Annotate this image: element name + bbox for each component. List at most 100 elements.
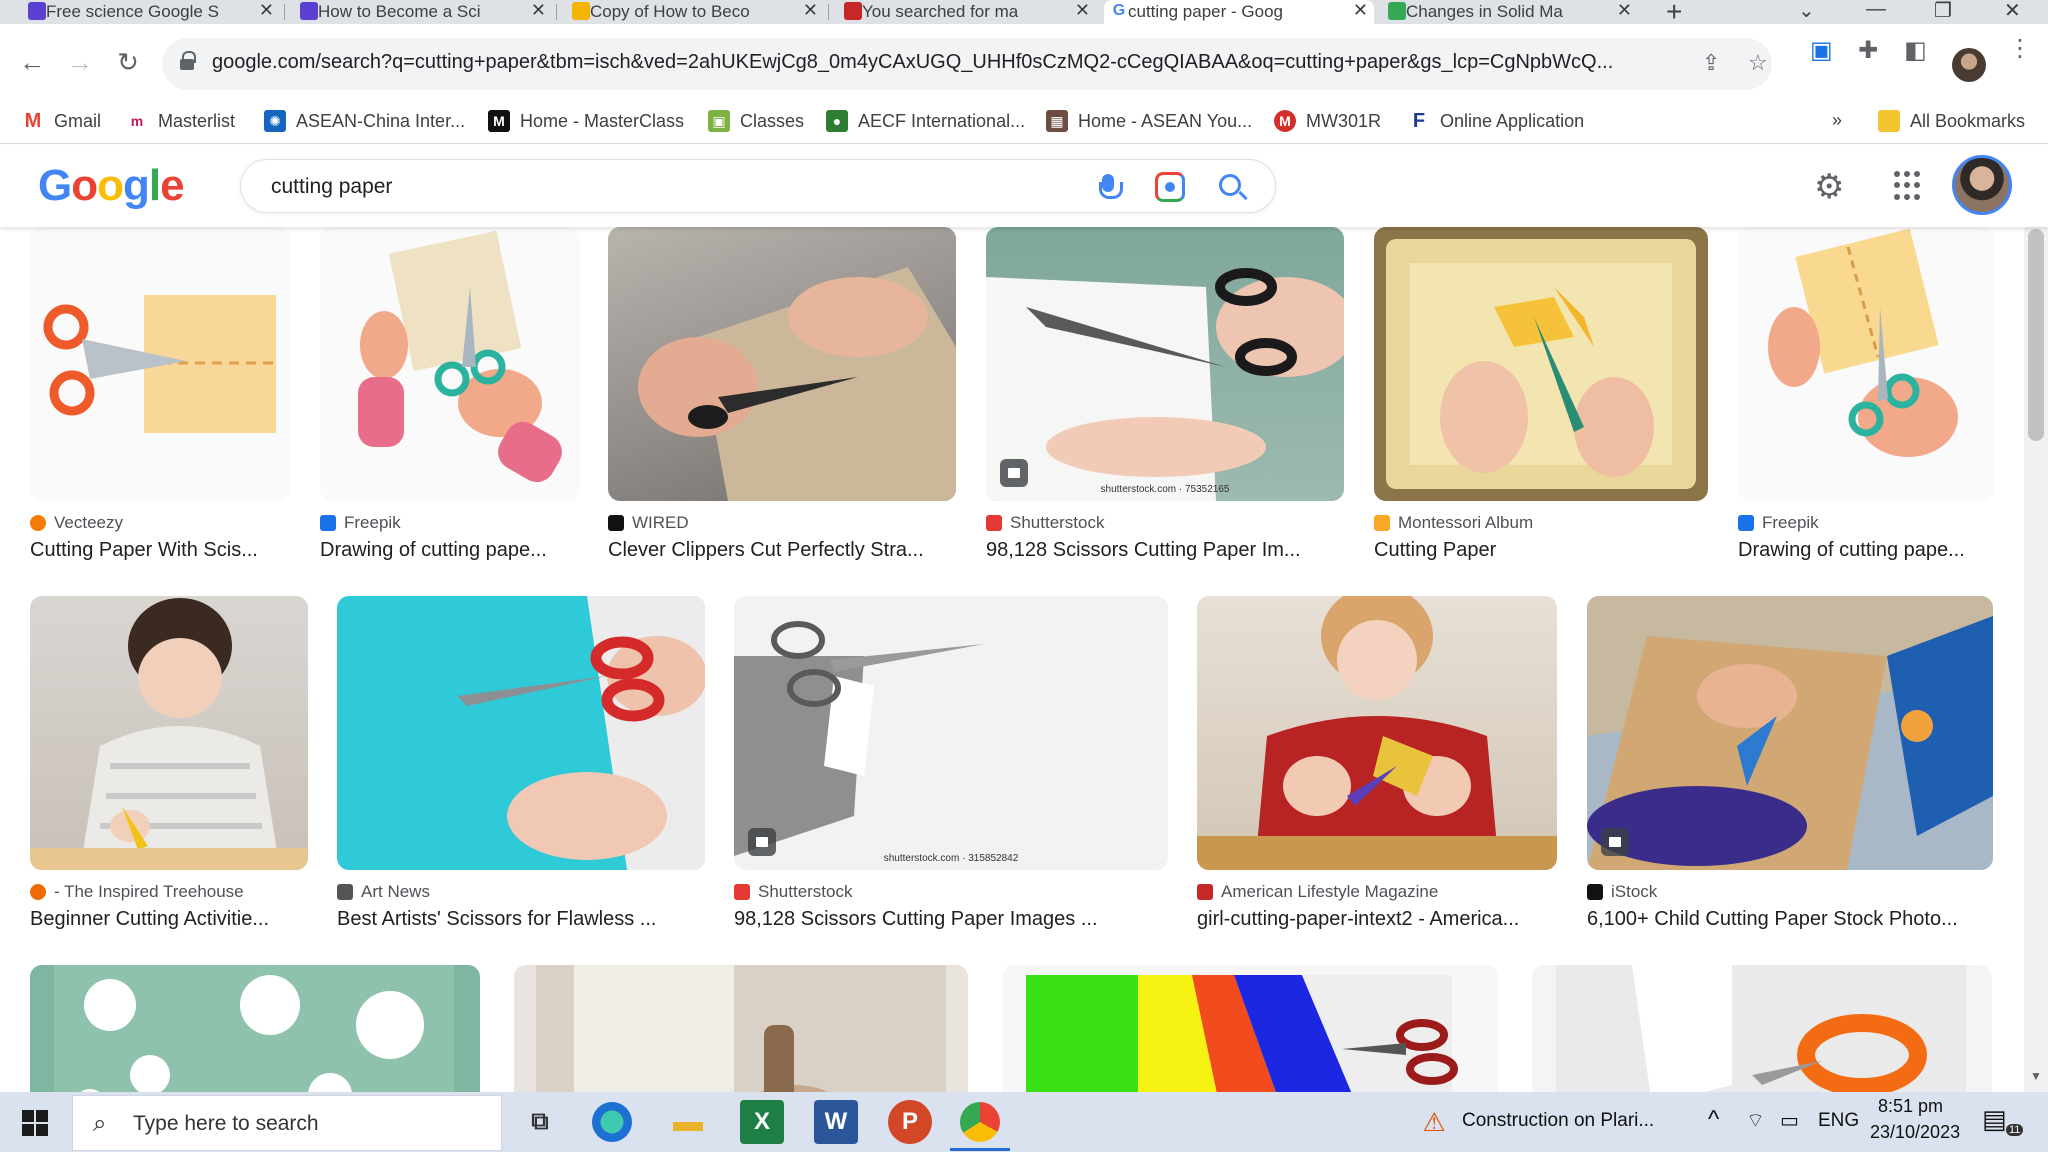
page-scrollbar[interactable]: ▲ ▼ bbox=[2024, 145, 2048, 1092]
result-source[interactable]: Art News bbox=[337, 882, 705, 902]
account-avatar[interactable] bbox=[1952, 155, 2012, 215]
result-title[interactable]: Drawing of cutting pape... bbox=[1738, 539, 1994, 562]
google-apps-icon[interactable] bbox=[1894, 171, 1924, 201]
result-source[interactable]: Shutterstock bbox=[986, 513, 1344, 533]
result-source[interactable]: iStock bbox=[1587, 882, 1993, 902]
image-result[interactable]: Art News Best Artists' Scissors for Flaw… bbox=[337, 596, 705, 931]
result-title[interactable]: Cutting Paper bbox=[1374, 539, 1708, 562]
result-thumbnail[interactable] bbox=[337, 596, 705, 870]
image-result[interactable]: shutterstock.com · 315852842 Shutterstoc… bbox=[734, 596, 1168, 931]
result-title[interactable]: girl-cutting-paper-intext2 - America... bbox=[1197, 908, 1557, 931]
tab-5[interactable]: Changes in Solid Ma ✕ bbox=[1382, 0, 1638, 24]
traffic-cone-icon[interactable]: ⚠ bbox=[1412, 1100, 1456, 1144]
forward-arrow-icon[interactable]: → bbox=[62, 44, 98, 80]
taskbar-search-placeholder[interactable]: Type here to search bbox=[133, 1112, 319, 1136]
bookmark-masterclass[interactable]: M Home - MasterClass bbox=[488, 110, 684, 132]
tab-2[interactable]: Copy of How to Beco ✕ bbox=[566, 0, 824, 24]
result-thumbnail[interactable]: shutterstock.com · 75352165 bbox=[986, 227, 1344, 501]
result-source[interactable]: Freepik bbox=[320, 513, 580, 533]
notifications-icon[interactable]: ▤ bbox=[1982, 1104, 2007, 1135]
address-bar[interactable]: google.com/search?q=cutting+paper&tbm=is… bbox=[162, 38, 1772, 90]
wifi-icon[interactable]: ⌔ bbox=[1746, 1108, 1765, 1133]
clock-time[interactable]: 8:51 pm bbox=[1878, 1096, 1943, 1117]
result-title[interactable]: Best Artists' Scissors for Flawless ... bbox=[337, 908, 705, 931]
image-result[interactable] bbox=[514, 965, 968, 1092]
minimize-icon[interactable]: — bbox=[1866, 0, 1886, 21]
tab-4-active[interactable]: G cutting paper - Goog ✕ bbox=[1104, 0, 1374, 24]
powerpoint-icon[interactable]: P bbox=[888, 1100, 932, 1144]
close-icon[interactable]: ✕ bbox=[531, 0, 546, 21]
edge-browser-icon[interactable] bbox=[592, 1102, 632, 1142]
result-source[interactable]: WIRED bbox=[608, 513, 956, 533]
profile-avatar-small[interactable] bbox=[1952, 48, 1986, 82]
battery-icon[interactable]: ▭ bbox=[1780, 1108, 1799, 1133]
result-thumbnail[interactable] bbox=[320, 227, 580, 501]
tab-3[interactable]: You searched for ma ✕ bbox=[838, 0, 1096, 24]
browser-menu-icon[interactable]: ⋮ bbox=[2008, 34, 2032, 63]
google-lens-icon[interactable] bbox=[1155, 172, 1185, 202]
search-icon[interactable] bbox=[1219, 174, 1241, 196]
file-explorer-icon[interactable]: ▬ bbox=[666, 1100, 710, 1144]
search-input[interactable]: cutting paper bbox=[240, 159, 1276, 213]
windows-start-icon[interactable] bbox=[22, 1110, 48, 1136]
task-view-icon[interactable]: ⧉ bbox=[518, 1100, 562, 1144]
close-icon[interactable]: ✕ bbox=[803, 0, 818, 21]
image-result[interactable]: American Lifestyle Magazine girl-cutting… bbox=[1197, 596, 1557, 931]
result-thumbnail[interactable] bbox=[1197, 596, 1557, 870]
close-icon[interactable]: ✕ bbox=[1353, 0, 1368, 21]
image-result[interactable]: - The Inspired Treehouse Beginner Cuttin… bbox=[30, 596, 308, 931]
extensions-puzzle-icon[interactable]: ✚ bbox=[1858, 36, 1878, 65]
share-icon[interactable]: ⇪ bbox=[1702, 50, 1720, 76]
lock-icon[interactable] bbox=[180, 51, 196, 71]
scroll-down-arrow-icon[interactable]: ▼ bbox=[2030, 1069, 2042, 1083]
result-thumbnail[interactable] bbox=[1532, 965, 1992, 1092]
taskbar-search-box[interactable]: ⌕ Type here to search bbox=[72, 1095, 502, 1151]
result-thumbnail[interactable] bbox=[514, 965, 968, 1092]
bookmark-classes[interactable]: ▣ Classes bbox=[708, 110, 804, 132]
image-result[interactable]: Montessori Album Cutting Paper bbox=[1374, 227, 1708, 562]
result-thumbnail[interactable] bbox=[608, 227, 956, 501]
result-title[interactable]: 98,128 Scissors Cutting Paper Images ... bbox=[734, 908, 1168, 931]
reload-icon[interactable]: ↻ bbox=[110, 44, 146, 80]
cast-icon[interactable]: ▣ bbox=[1810, 36, 1833, 65]
result-thumbnail[interactable] bbox=[30, 227, 290, 501]
language-indicator[interactable]: ENG bbox=[1818, 1110, 1859, 1132]
image-result[interactable] bbox=[1002, 965, 1498, 1092]
result-title[interactable]: Beginner Cutting Activitie... bbox=[30, 908, 308, 931]
image-result[interactable]: shutterstock.com · 75352165 Shutterstock… bbox=[986, 227, 1344, 562]
image-result[interactable]: WIRED Clever Clippers Cut Perfectly Stra… bbox=[608, 227, 956, 562]
image-result[interactable] bbox=[30, 965, 480, 1092]
chrome-icon[interactable] bbox=[960, 1102, 1000, 1142]
side-panel-icon[interactable]: ◧ bbox=[1904, 36, 1927, 65]
bookmark-star-icon[interactable]: ☆ bbox=[1748, 50, 1768, 76]
image-result[interactable]: Vecteezy Cutting Paper With Scis... bbox=[30, 227, 290, 562]
tab-1[interactable]: How to Become a Sci ✕ bbox=[294, 0, 552, 24]
microphone-icon[interactable] bbox=[1093, 172, 1123, 202]
close-icon[interactable]: ✕ bbox=[259, 0, 274, 21]
result-source[interactable]: - The Inspired Treehouse bbox=[30, 882, 308, 902]
result-title[interactable]: Drawing of cutting pape... bbox=[320, 539, 580, 562]
restore-icon[interactable]: ❐ bbox=[1934, 0, 1952, 23]
back-arrow-icon[interactable]: ← bbox=[14, 44, 50, 80]
window-close-icon[interactable]: ✕ bbox=[2004, 0, 2021, 23]
result-thumbnail[interactable]: shutterstock.com · 315852842 bbox=[734, 596, 1168, 870]
result-thumbnail[interactable] bbox=[1374, 227, 1708, 501]
tray-chevron-up-icon[interactable]: ^ bbox=[1708, 1106, 1719, 1134]
result-source[interactable]: Montessori Album bbox=[1374, 513, 1708, 533]
tab-0[interactable]: Free science Google S ✕ bbox=[22, 0, 280, 24]
bookmark-asean-youth[interactable]: ▦ Home - ASEAN You... bbox=[1046, 110, 1252, 132]
result-title[interactable]: 98,128 Scissors Cutting Paper Im... bbox=[986, 539, 1344, 562]
clock-date[interactable]: 23/10/2023 bbox=[1870, 1122, 1960, 1143]
search-query-text[interactable]: cutting paper bbox=[271, 175, 392, 199]
bookmark-gmail[interactable]: M Gmail bbox=[22, 110, 101, 132]
settings-gear-icon[interactable]: ⚙ bbox=[1814, 167, 1844, 207]
close-icon[interactable]: ✕ bbox=[1617, 0, 1632, 21]
result-title[interactable]: Clever Clippers Cut Perfectly Stra... bbox=[608, 539, 956, 562]
image-result[interactable]: iStock 6,100+ Child Cutting Paper Stock … bbox=[1587, 596, 1993, 931]
result-source[interactable]: Shutterstock bbox=[734, 882, 1168, 902]
image-result[interactable] bbox=[1532, 965, 1992, 1092]
scrollbar-thumb[interactable] bbox=[2028, 229, 2044, 441]
bookmark-aecf[interactable]: ● AECF International... bbox=[826, 110, 1025, 132]
result-title[interactable]: Cutting Paper With Scis... bbox=[30, 539, 290, 562]
bookmark-online-application[interactable]: F Online Application bbox=[1408, 110, 1584, 132]
